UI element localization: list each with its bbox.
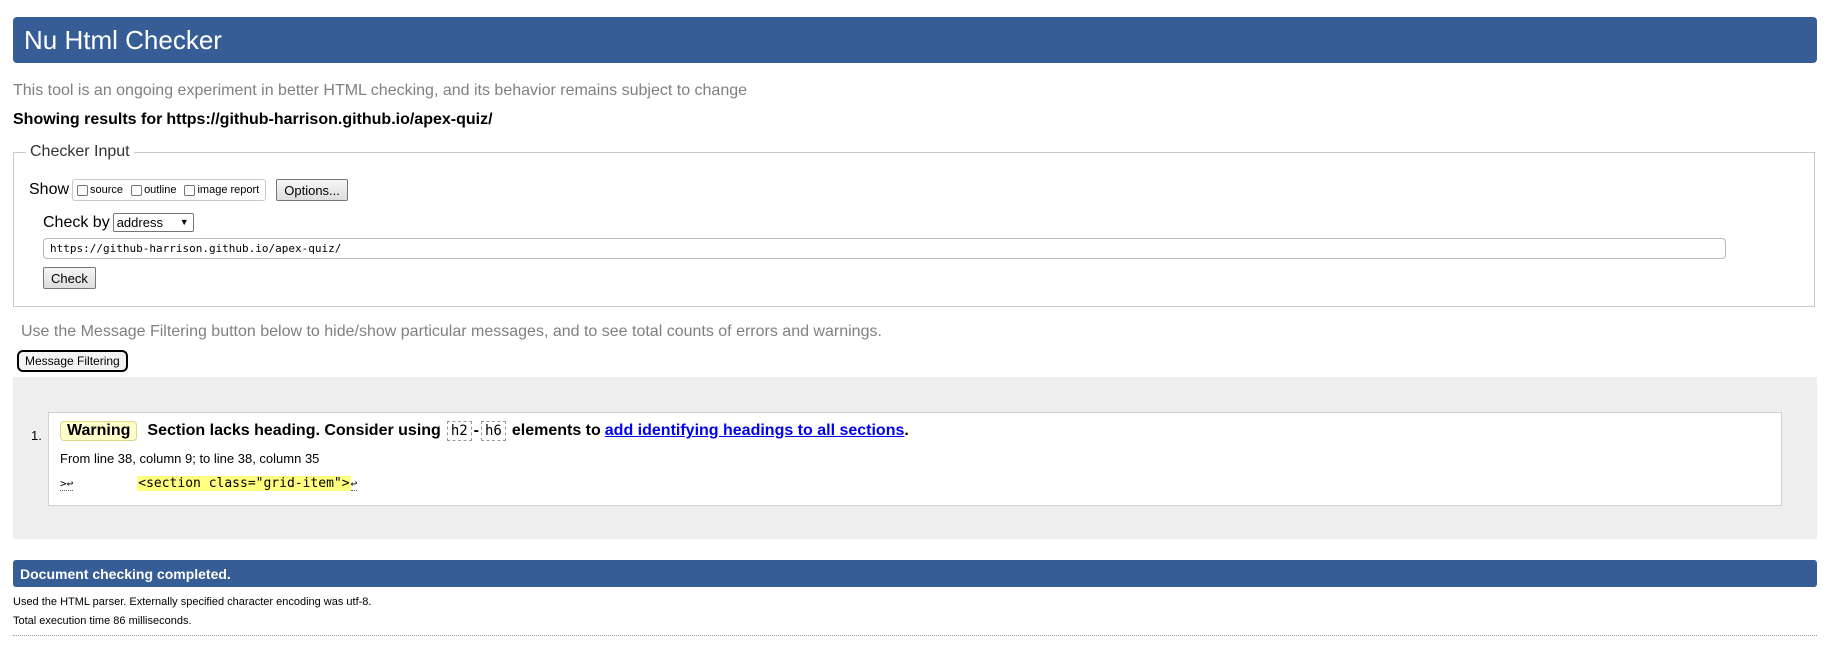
header-banner: Nu Html Checker <box>13 17 1817 63</box>
results-for: Showing results for https://github-harris… <box>13 111 497 129</box>
check-by-row: Check by address ▼ <box>43 213 194 232</box>
message-text-middle: elements to <box>511 422 601 439</box>
extract-prefix: >↩ <box>60 476 74 491</box>
source-checkbox[interactable] <box>77 184 89 196</box>
chevron-down-icon: ▼ <box>179 217 189 227</box>
source-option-label: source <box>90 184 124 196</box>
message-summary: Warning Section lacks heading. Consider … <box>60 421 909 441</box>
results-for-url: https://github-harrison.github.io/apex-q… <box>166 111 493 128</box>
show-row: Show source outline image report Options… <box>29 178 348 202</box>
outline-checkbox[interactable] <box>131 184 143 196</box>
message-extract: >↩ <section class="grid-item"> ↩ <box>60 476 358 491</box>
tagline: This tool is an ongoing experiment in be… <box>13 82 748 99</box>
url-input-value: https://github-harrison.github.io/apex-q… <box>50 242 342 255</box>
code-h2: h2 <box>446 421 472 441</box>
headings-link[interactable]: add identifying headings to all sections <box>605 422 905 440</box>
source-option[interactable]: source <box>77 184 123 196</box>
filter-hint: Use the Message Filtering button below t… <box>21 323 882 340</box>
message-filtering-button[interactable]: Message Filtering <box>17 350 128 372</box>
check-by-select[interactable]: address ▼ <box>112 213 194 232</box>
warning-badge: Warning <box>60 421 138 441</box>
extract-suffix: ↩ <box>350 476 358 491</box>
page-title: Nu Html Checker <box>24 25 222 55</box>
outline-option-label: outline <box>144 184 177 196</box>
show-options-group: source outline image report <box>72 179 267 201</box>
checker-input-fieldset: Checker Input <box>13 143 1815 307</box>
message-text-after: . <box>904 422 909 439</box>
completion-banner: Document checking completed. <box>13 560 1817 587</box>
options-button[interactable]: Options... <box>276 179 348 201</box>
check-button[interactable]: Check <box>43 267 96 289</box>
footer-divider <box>13 635 1817 636</box>
message-text-before: Section lacks heading. Consider using <box>147 422 441 439</box>
check-by-label: Check by <box>43 213 110 231</box>
url-input[interactable]: https://github-harrison.github.io/apex-q… <box>43 238 1726 259</box>
image-report-checkbox[interactable] <box>184 184 196 196</box>
execution-time: Total execution time 86 milliseconds. <box>13 615 192 627</box>
outline-option[interactable]: outline <box>131 184 176 196</box>
check-by-value: address <box>116 215 163 230</box>
results-for-label: Showing results for <box>13 111 163 128</box>
code-separator: - <box>473 422 479 439</box>
parser-note: Used the HTML parser. Externally specifi… <box>13 596 372 608</box>
show-label: Show <box>29 181 70 198</box>
message-number: 1. <box>31 428 42 443</box>
extract-highlight: <section class="grid-item"> <box>137 476 351 491</box>
image-report-option[interactable]: image report <box>184 184 259 196</box>
code-h6: h6 <box>481 421 506 441</box>
message-location: From line 38, column 9; to line 38, colu… <box>60 451 320 466</box>
checker-input-legend: Checker Input <box>30 143 130 160</box>
image-report-option-label: image report <box>197 184 260 196</box>
